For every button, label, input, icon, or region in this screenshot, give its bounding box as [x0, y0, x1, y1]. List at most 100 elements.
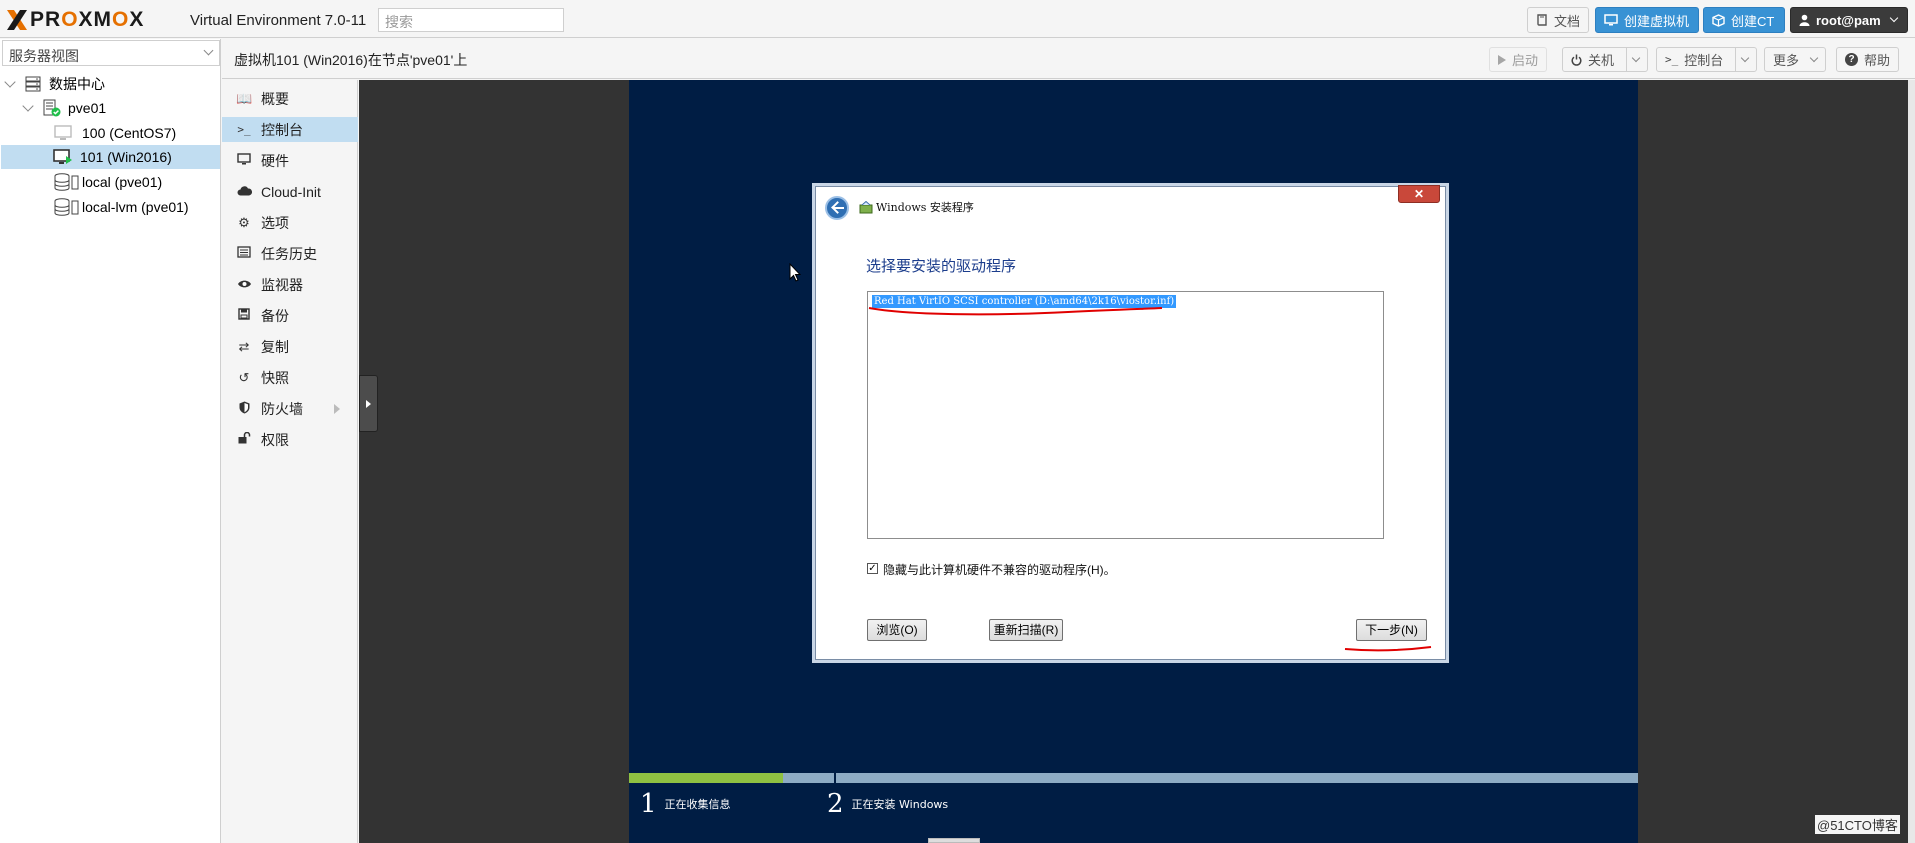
book-icon — [1537, 14, 1547, 26]
shutdown-button[interactable]: 关机 — [1562, 47, 1649, 72]
menu-label: 监视器 — [261, 276, 303, 293]
vm-menu: 📖 概要 >_ 控制台 硬件 Cloud-Init ⚙ 选项 任务历史 监视器 备份 … — [222, 80, 358, 843]
expand-icon[interactable] — [22, 100, 34, 112]
next-button[interactable]: 下一步(N) — [1356, 619, 1427, 641]
tree-node-local[interactable]: local (pve01) — [54, 170, 162, 194]
menu-label: 防火墙 — [261, 400, 303, 417]
console-label: 控制台 — [1684, 53, 1724, 68]
resource-tree-panel: 服务器视图 数据中心 pve01 100 (CentOS7) 101 (Win2… — [0, 39, 221, 843]
expand-icon[interactable] — [4, 76, 16, 88]
step-number: 1 — [640, 789, 657, 819]
tree-node-local-lvm[interactable]: local-lvm (pve01) — [54, 195, 189, 219]
tree-node-label: local (pve01) — [82, 174, 163, 190]
shutdown-dropdown[interactable] — [1626, 48, 1641, 71]
menu-label: 概要 — [261, 90, 289, 107]
user-menu-button[interactable]: root@pam — [1790, 7, 1908, 33]
menu-item-hardware[interactable]: 硬件 — [222, 148, 358, 173]
menu-label: 复制 — [261, 338, 289, 355]
menu-item-options[interactable]: ⚙ 选项 — [222, 210, 358, 235]
question-icon: ? — [1845, 53, 1858, 66]
create-ct-button[interactable]: 创建CT — [1703, 7, 1785, 33]
rescan-button[interactable]: 重新扫描(R) — [989, 619, 1063, 641]
shield-icon — [236, 401, 252, 417]
progress-segment-install — [836, 773, 1638, 783]
windows-installer-dialog: ✕ Windows 安装程序 选择要安装的驱动程序 Red Hat VirtIO… — [815, 185, 1446, 660]
tree-node-label: 数据中心 — [49, 76, 105, 92]
tree-node-label: 100 (CentOS7) — [82, 125, 177, 141]
play-icon — [1498, 54, 1506, 65]
dialog-title: Windows 安装程序 — [876, 201, 974, 214]
setup-app-icon — [859, 201, 873, 214]
tree-node-pve01[interactable]: pve01 — [22, 96, 106, 120]
menu-item-replication[interactable]: ⇄ 复制 — [222, 334, 358, 359]
logo-text: PROXMOX — [30, 8, 145, 31]
chevron-right-icon — [366, 400, 371, 408]
menu-item-monitor[interactable]: 监视器 — [222, 272, 358, 297]
tree-node-vm-100[interactable]: 100 (CentOS7) — [54, 121, 176, 145]
more-label: 更多 — [1773, 53, 1800, 68]
storage-icon — [54, 173, 79, 191]
bottom-handle[interactable] — [928, 838, 980, 843]
more-dropdown — [1805, 48, 1819, 71]
retweet-icon: ⇄ — [238, 338, 250, 354]
create-vm-label: 创建虚拟机 — [1624, 13, 1690, 29]
storage-icon — [54, 198, 79, 216]
menu-label: 硬件 — [261, 152, 289, 169]
step-label: 正在收集信息 — [664, 799, 731, 811]
history-icon: ↺ — [238, 369, 250, 385]
docs-label: 文档 — [1554, 13, 1581, 29]
menu-item-firewall[interactable]: 防火墙 — [222, 396, 358, 421]
top-bar: PROXMOX Virtual Environment 7.0-11 搜索 文档… — [0, 0, 1915, 38]
desktop-icon — [236, 153, 252, 168]
gear-icon: ⚙ — [238, 214, 250, 230]
browse-button[interactable]: 浏览(O) — [867, 619, 927, 641]
user-label: root@pam — [1816, 12, 1881, 28]
tree-node-vm-101[interactable]: 101 (Win2016) — [1, 145, 220, 169]
menu-label: Cloud-Init — [261, 183, 321, 200]
scrollbar[interactable] — [1908, 80, 1915, 843]
setup-progress-bar — [629, 773, 1638, 783]
menu-label: 快照 — [261, 369, 289, 386]
hide-incompatible-checkbox[interactable]: ✓ — [867, 563, 878, 574]
menu-item-summary[interactable]: 📖 概要 — [222, 86, 358, 111]
proxmox-logo[interactable]: PROXMOX — [6, 8, 145, 31]
menu-label: 权限 — [261, 431, 289, 448]
content-header: 虚拟机101 (Win2016)在节点'pve01'上 启动 关机 >_ 控制台… — [222, 39, 1915, 79]
menu-item-task-history[interactable]: 任务历史 — [222, 241, 358, 266]
menu-item-console[interactable]: >_ 控制台 — [222, 117, 358, 142]
setup-step-2: 2 正在安装 Windows — [827, 790, 948, 818]
book-icon: 📖 — [236, 90, 253, 106]
terminal-icon: >_ — [1665, 53, 1679, 66]
back-button[interactable] — [825, 196, 849, 220]
console-button[interactable]: >_ 控制台 — [1656, 47, 1758, 72]
desktop-icon — [1604, 14, 1618, 26]
menu-item-backup[interactable]: 备份 — [222, 303, 358, 328]
view-selector-label: 服务器视图 — [9, 48, 79, 64]
power-icon — [1571, 54, 1582, 66]
console-sidebar-toggle[interactable] — [359, 375, 378, 432]
console-dropdown[interactable] — [1735, 48, 1750, 71]
close-button[interactable]: ✕ — [1398, 185, 1440, 203]
vm-running-icon — [53, 149, 72, 164]
docs-button[interactable]: 文档 — [1527, 7, 1589, 33]
chevron-down-icon — [1741, 53, 1750, 63]
menu-item-permissions[interactable]: 权限 — [222, 427, 358, 452]
view-selector[interactable]: 服务器视图 — [2, 40, 220, 66]
start-button[interactable]: 启动 — [1489, 47, 1548, 72]
search-input[interactable]: 搜索 — [378, 8, 564, 32]
menu-label: 任务历史 — [261, 245, 317, 262]
menu-item-snapshots[interactable]: ↺ 快照 — [222, 365, 358, 390]
vm-stopped-icon — [54, 125, 72, 140]
more-button[interactable]: 更多 — [1764, 47, 1827, 72]
create-ct-label: 创建CT — [1731, 13, 1775, 29]
submenu-arrow-icon — [334, 404, 340, 414]
datacenter-icon — [25, 76, 41, 92]
node-online-icon — [43, 99, 61, 117]
version-label: Virtual Environment 7.0-11 — [190, 12, 367, 29]
chevron-down-icon — [1631, 53, 1641, 63]
create-vm-button[interactable]: 创建虚拟机 — [1595, 7, 1699, 33]
driver-list[interactable]: Red Hat VirtIO SCSI controller (D:\amd64… — [867, 291, 1384, 539]
menu-item-cloud-init[interactable]: Cloud-Init — [222, 179, 358, 204]
help-button[interactable]: ? 帮助 — [1836, 47, 1900, 72]
tree-node-datacenter[interactable]: 数据中心 — [4, 72, 105, 96]
